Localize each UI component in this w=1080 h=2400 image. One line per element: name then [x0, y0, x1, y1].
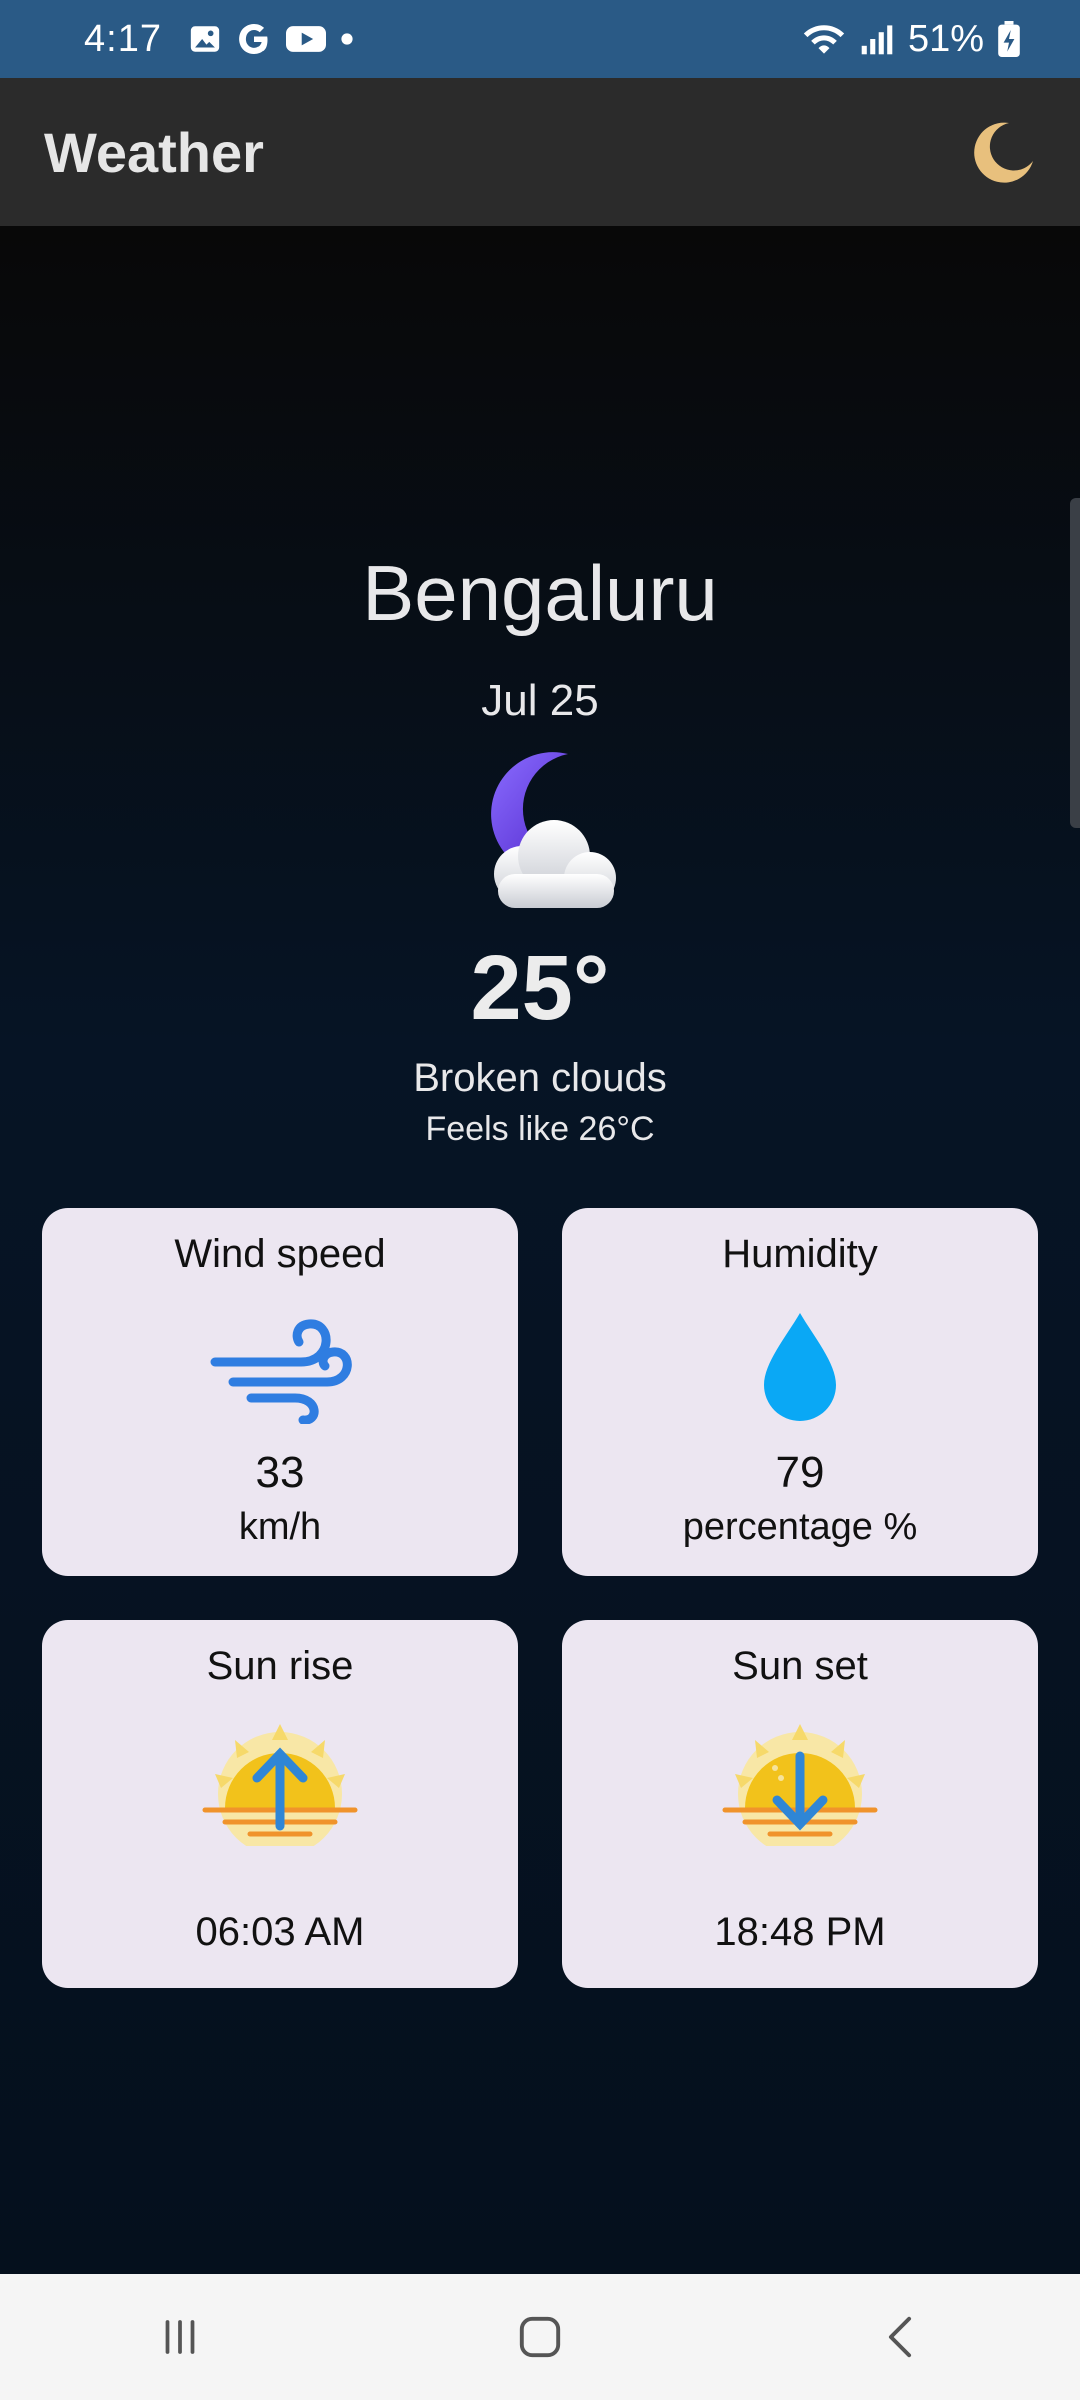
dot-icon [340, 32, 354, 46]
navigation-bar [0, 2274, 1080, 2400]
sunrise-icon [195, 1716, 365, 1846]
wifi-icon [802, 20, 846, 58]
sunset-icon [715, 1716, 885, 1846]
sunset-card[interactable]: Sun set 18:48 PM [562, 1620, 1038, 1988]
card-title: Humidity [722, 1232, 878, 1276]
recent-apps-icon [165, 2320, 195, 2354]
google-icon [236, 21, 272, 57]
feels-like: Feels like 26°C [425, 1110, 655, 1148]
status-bar: 4:17 51% [0, 0, 1080, 78]
date-label: Jul 25 [481, 676, 599, 725]
humidity-card[interactable]: Humidity 79 percentage % [562, 1208, 1038, 1576]
signal-icon [860, 22, 894, 56]
battery-icon [998, 21, 1020, 57]
gallery-icon [188, 22, 222, 56]
moon-cloud-icon [450, 746, 630, 926]
card-title: Sun rise [206, 1644, 354, 1688]
sunrise-card[interactable]: Sun rise 06:03 AM [42, 1620, 518, 1988]
wind-speed-card[interactable]: Wind speed 33 km/h [42, 1208, 518, 1576]
temperature: 25° [470, 937, 610, 1039]
home-button[interactable] [480, 2292, 600, 2382]
humidity-value: 79 [775, 1448, 825, 1497]
status-left: 4:17 [84, 18, 354, 61]
humidity-unit: percentage % [682, 1506, 918, 1548]
sunset-time: 18:48 PM [714, 1910, 886, 1954]
wind-icon [195, 1304, 365, 1434]
theme-toggle-button[interactable] [964, 114, 1040, 190]
water-drop-icon [715, 1304, 885, 1434]
screen: 4:17 51% Weather Bengaluru Jul 25 25° Br… [0, 0, 1080, 2400]
recent-apps-button[interactable] [120, 2292, 240, 2382]
home-icon [519, 2316, 561, 2358]
weather-condition: Broken clouds [413, 1056, 667, 1100]
sunrise-time: 06:03 AM [195, 1910, 365, 1954]
app-title: Weather [44, 120, 264, 184]
card-title: Wind speed [174, 1232, 386, 1276]
city-name: Bengaluru [362, 549, 718, 637]
back-button[interactable] [840, 2292, 960, 2382]
back-icon [888, 2316, 912, 2358]
moon-icon [974, 122, 1033, 183]
main-content[interactable]: Bengaluru Jul 25 25° Broken clouds Feels… [0, 226, 1080, 2274]
wind-value: 33 [255, 1448, 305, 1497]
wind-unit: km/h [238, 1506, 322, 1548]
status-right: 51% [802, 18, 1020, 61]
battery-percentage: 51% [907, 17, 984, 60]
card-title: Sun set [732, 1644, 868, 1688]
app-bar: Weather [0, 78, 1080, 226]
youtube-icon [285, 22, 326, 56]
status-time: 4:17 [84, 17, 162, 60]
